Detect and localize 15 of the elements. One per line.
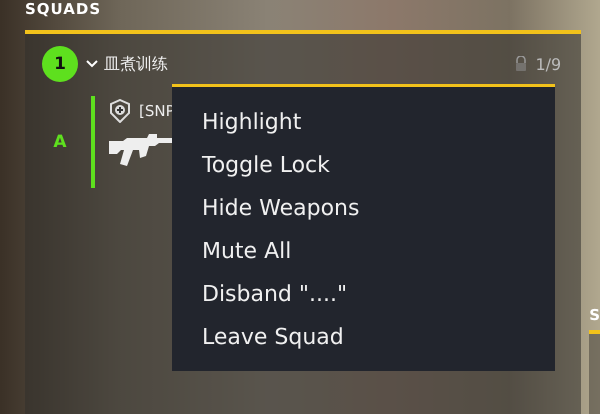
member-count: 1/9 (535, 54, 562, 74)
menu-item[interactable]: Mute All (172, 230, 555, 273)
panel-title: SQUADS (25, 0, 102, 20)
chevron-icon[interactable] (86, 60, 98, 68)
team-letter: A (52, 131, 68, 154)
squad-name: 皿煮训练 (104, 54, 169, 74)
menu-item[interactable]: Disband "...." (172, 273, 555, 316)
menu-item[interactable]: Highlight (172, 101, 555, 144)
medic-shield-icon (109, 99, 131, 123)
menu-item[interactable]: Toggle Lock (172, 144, 555, 187)
side-panel-title: S (589, 306, 600, 326)
menu-item[interactable]: Leave Squad (172, 316, 555, 359)
menu-item[interactable]: Hide Weapons (172, 187, 555, 230)
squad-number: 1 (42, 46, 78, 82)
lock-icon[interactable] (515, 56, 528, 72)
